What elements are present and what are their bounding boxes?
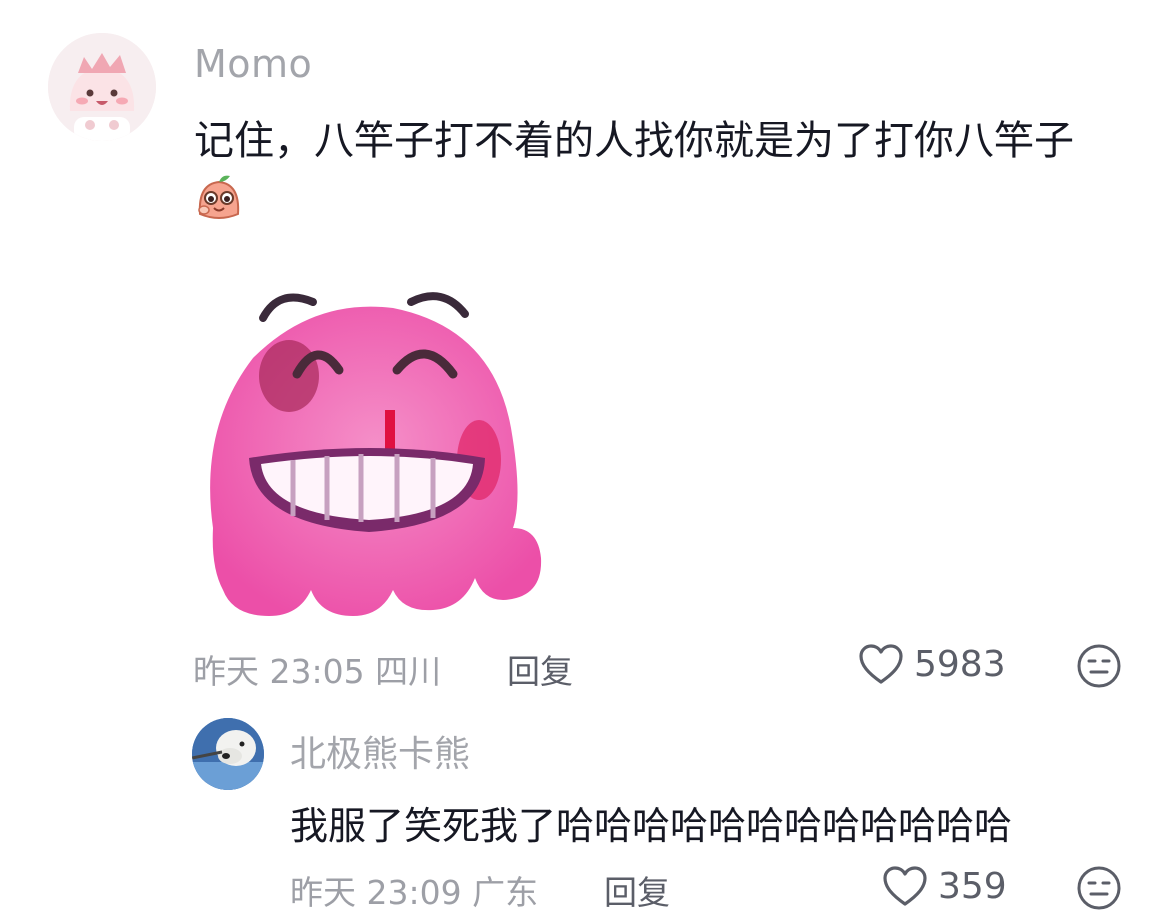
reply-button[interactable]: 回复 bbox=[507, 645, 573, 693]
comment-time: 昨天 23:05 bbox=[193, 652, 365, 691]
reply-author[interactable]: 北极熊卡熊 bbox=[290, 725, 470, 777]
heart-outline-icon bbox=[859, 644, 903, 684]
avatar[interactable] bbox=[48, 33, 156, 141]
like-button[interactable]: 5983 bbox=[858, 643, 1006, 685]
avatar[interactable] bbox=[192, 718, 264, 790]
smiling-peach-emoji-icon bbox=[192, 170, 246, 224]
reply-time: 昨天 23:09 bbox=[290, 873, 462, 912]
comment-location: 四川 bbox=[375, 652, 442, 691]
meh-face-icon bbox=[1077, 866, 1121, 910]
meh-face-icon bbox=[1077, 644, 1121, 688]
reply-text: 我服了笑死我了哈哈哈哈哈哈哈哈哈哈哈哈 bbox=[290, 804, 1013, 848]
dislike-button[interactable] bbox=[1076, 865, 1122, 911]
comment-author[interactable]: Momo bbox=[194, 42, 312, 86]
reply-button[interactable]: 回复 bbox=[604, 866, 670, 914]
like-button[interactable]: 359 bbox=[882, 865, 1007, 907]
dislike-button[interactable] bbox=[1076, 643, 1122, 689]
comment-text: 记住，八竿子打不着的人找你就是为了打你八竿子 bbox=[194, 118, 1074, 164]
reply-location: 广东 bbox=[472, 873, 539, 912]
heart-outline-icon bbox=[883, 866, 927, 906]
comment-meta: 昨天 23:05 四川 bbox=[193, 645, 441, 693]
avatar-image bbox=[48, 33, 156, 141]
pink-grinning-blob-sticker[interactable] bbox=[193, 278, 545, 622]
reply-meta: 昨天 23:09 广东 bbox=[290, 866, 538, 914]
polar-bear-avatar-image bbox=[192, 718, 264, 790]
like-count: 5983 bbox=[914, 643, 1006, 685]
like-count: 359 bbox=[938, 865, 1007, 907]
